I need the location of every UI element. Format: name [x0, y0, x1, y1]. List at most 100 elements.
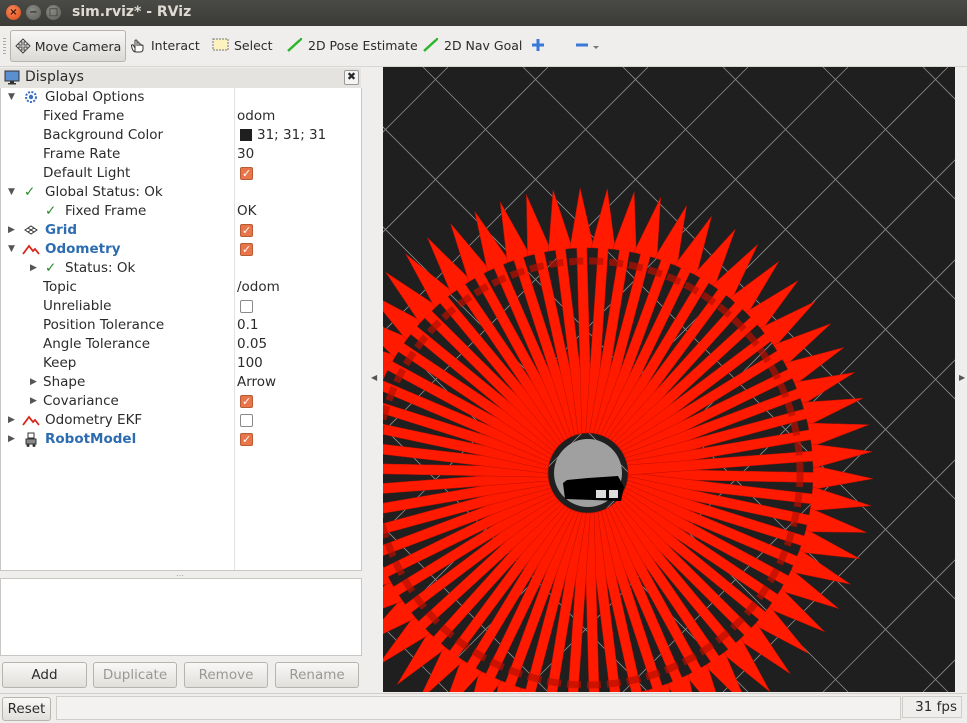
nav-goal-button[interactable]: 2D Nav Goal — [422, 30, 522, 60]
remove-tool-button[interactable] — [574, 30, 602, 60]
pose-estimate-button[interactable]: 2D Pose Estimate — [286, 30, 418, 60]
expand-arrow-icon[interactable]: ▼ — [8, 88, 15, 107]
tree-row-angle-tolerance[interactable]: Angle Tolerance 0.05 — [0, 335, 360, 354]
shape-value[interactable]: Arrow — [237, 373, 276, 392]
topic-value[interactable]: /odom — [237, 278, 280, 297]
color-swatch[interactable] — [240, 129, 252, 141]
tree-row-odometry[interactable]: ▼ Odometry — [0, 240, 360, 259]
title-bar: × − □ sim.rviz* - RViz — [0, 0, 967, 26]
rename-display-button[interactable]: Rename — [275, 662, 359, 688]
window-minimize-button[interactable]: − — [26, 5, 41, 20]
move-camera-button[interactable]: Move Camera — [10, 30, 126, 62]
tree-row-grid[interactable]: ▶ Grid — [0, 221, 360, 240]
reset-button[interactable]: Reset — [2, 697, 51, 721]
pose-estimate-label: 2D Pose Estimate — [308, 37, 418, 53]
tree-row-robotmodel[interactable]: ▶ RobotModel — [0, 430, 360, 449]
interact-button[interactable]: Interact — [129, 30, 200, 60]
tree-row-covariance[interactable]: ▶ Covariance — [0, 392, 360, 411]
render-viewport[interactable] — [383, 67, 955, 692]
collapse-right-arrow-icon[interactable]: ▶ — [959, 373, 965, 382]
tree-row-topic[interactable]: Topic /odom — [0, 278, 360, 297]
background-color-value[interactable]: 31; 31; 31 — [257, 126, 326, 145]
display-description-box — [0, 578, 362, 656]
tree-row-keep[interactable]: Keep 100 — [0, 354, 360, 373]
expand-arrow-icon[interactable]: ▼ — [8, 183, 15, 202]
plus-icon — [532, 39, 544, 51]
grid-icon — [24, 225, 38, 235]
green-arrow-icon — [287, 38, 302, 52]
robot-part — [596, 490, 606, 498]
collapse-arrow-icon[interactable]: ▶ — [30, 373, 37, 392]
tree-row-fixed-frame[interactable]: Fixed Frame odom — [0, 107, 360, 126]
window-maximize-button[interactable]: □ — [46, 5, 61, 20]
tree-label: Fixed Frame — [65, 203, 147, 219]
tree-row-shape[interactable]: ▶ Shape Arrow — [0, 373, 360, 392]
tree-row-position-tolerance[interactable]: Position Tolerance 0.1 — [0, 316, 360, 335]
collapse-arrow-icon[interactable]: ▶ — [8, 221, 15, 240]
add-display-button[interactable]: Add — [2, 662, 87, 688]
displays-panel-header: Displays ✖ — [0, 68, 361, 89]
tree-row-global-options[interactable]: ▼ Global Options — [0, 88, 360, 107]
grid-line — [922, 67, 955, 100]
tree-row-odometry-ekf[interactable]: ▶ Odometry EKF — [0, 411, 360, 430]
move-camera-icon — [15, 38, 31, 54]
toolbar-grip[interactable] — [3, 38, 6, 54]
tree-label: Background Color — [43, 127, 164, 143]
select-button[interactable]: Select — [212, 30, 273, 60]
frame-rate-value[interactable]: 30 — [237, 145, 254, 164]
odometry-ekf-checkbox[interactable] — [240, 414, 253, 427]
check-icon: ✓ — [45, 203, 57, 219]
tree-row-frame-rate[interactable]: Frame Rate 30 — [0, 145, 360, 164]
covariance-checkbox[interactable] — [240, 392, 253, 411]
select-label: Select — [234, 37, 273, 53]
close-panel-icon[interactable]: ✖ — [344, 70, 359, 85]
tree-row-odometry-status[interactable]: ▶ ✓ Status: Ok — [0, 259, 360, 278]
collapse-left-arrow-icon[interactable]: ◀ — [371, 373, 377, 382]
tree-label: Odometry EKF — [45, 412, 143, 428]
expand-arrow-icon[interactable]: ▼ — [8, 240, 15, 259]
default-light-checkbox[interactable] — [240, 164, 253, 183]
tree-row-unreliable[interactable]: Unreliable — [0, 297, 360, 316]
add-tool-button[interactable] — [530, 30, 546, 60]
tree-label: Covariance — [43, 393, 119, 409]
render-canvas[interactable] — [383, 67, 955, 692]
collapse-arrow-icon[interactable]: ▶ — [8, 430, 15, 449]
odometry-arrows — [383, 188, 873, 692]
collapse-arrow-icon[interactable]: ▶ — [30, 259, 37, 278]
odometry-checkbox[interactable] — [240, 240, 253, 259]
robotmodel-checkbox[interactable] — [240, 430, 253, 449]
robot-icon — [25, 432, 37, 447]
tree-row-background-color[interactable]: Background Color 31; 31; 31 — [0, 126, 360, 145]
collapse-arrow-icon[interactable]: ▶ — [30, 392, 37, 411]
window-title: sim.rviz* - RViz — [72, 4, 192, 20]
grid-checkbox[interactable] — [240, 221, 253, 240]
nav-goal-label: 2D Nav Goal — [444, 37, 523, 53]
duplicate-display-button[interactable]: Duplicate — [93, 662, 177, 688]
collapse-arrow-icon[interactable]: ▶ — [8, 411, 15, 430]
tree-row-global-status[interactable]: ▼ ✓ Global Status: Ok — [0, 183, 360, 202]
hand-pointer-icon — [131, 39, 144, 53]
odometry-icon — [22, 415, 40, 426]
tree-label: Angle Tolerance — [43, 336, 151, 352]
move-camera-label: Move Camera — [34, 38, 122, 54]
status-message-field — [56, 696, 901, 720]
keep-value[interactable]: 100 — [237, 354, 263, 373]
window-close-button[interactable]: × — [6, 5, 21, 20]
tree-label: Position Tolerance — [43, 317, 165, 333]
tree-label: Fixed Frame — [43, 108, 125, 124]
toolbar: Move Camera Interact Select 2D Pose Esti… — [0, 26, 967, 67]
interact-label: Interact — [151, 37, 200, 53]
tree-label: Status: Ok — [65, 260, 136, 276]
displays-panel-title: Displays — [25, 69, 84, 85]
minus-dropdown-icon — [576, 43, 599, 49]
tree-label: Frame Rate — [43, 146, 121, 162]
tree-row-default-light[interactable]: Default Light — [0, 164, 360, 183]
check-icon: ✓ — [24, 184, 36, 200]
angle-tolerance-value[interactable]: 0.05 — [237, 335, 267, 354]
tree-row-status-fixed-frame[interactable]: ✓ Fixed Frame OK — [0, 202, 360, 221]
fixed-frame-value[interactable]: odom — [237, 107, 275, 126]
unreliable-checkbox[interactable] — [240, 300, 253, 313]
odometry-icon — [22, 244, 40, 255]
position-tolerance-value[interactable]: 0.1 — [237, 316, 258, 335]
remove-display-button[interactable]: Remove — [184, 662, 268, 688]
